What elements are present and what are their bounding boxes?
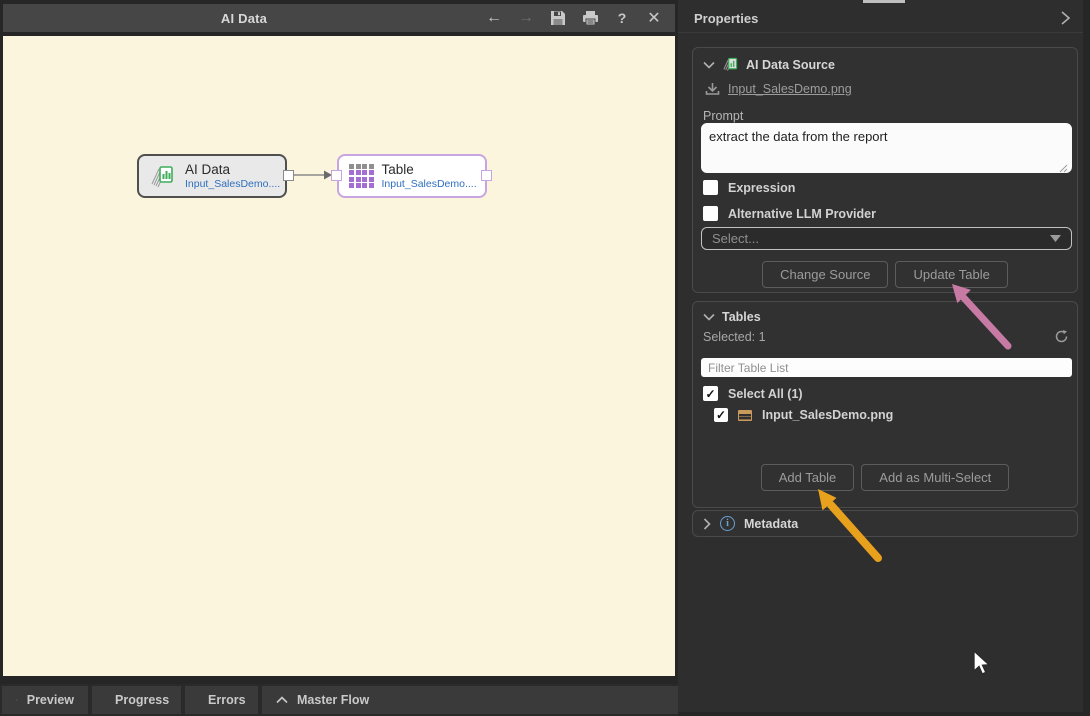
alt-llm-label: Alternative LLM Provider	[728, 207, 876, 221]
collapse-panel-icon[interactable]	[1060, 10, 1071, 26]
port-table-out[interactable]	[481, 170, 492, 181]
node-table[interactable]: Table Input_SalesDemo....	[337, 154, 487, 198]
node-subtitle: Input_SalesDemo....	[382, 178, 477, 190]
close-icon[interactable]: ✕	[645, 9, 663, 27]
node-title: Table	[382, 162, 477, 178]
select-all-label: Select All (1)	[728, 387, 803, 401]
tab-progress[interactable]: Progress	[92, 686, 181, 714]
tab-label: Errors	[208, 693, 246, 707]
info-icon: i	[720, 516, 735, 531]
connector-arrow	[294, 166, 334, 184]
prompt-label: Prompt	[693, 96, 1077, 123]
selected-count: Selected: 1	[703, 330, 766, 344]
section-tables: Tables Selected: 1 ✓ Select All (1) ✓ In…	[692, 301, 1078, 508]
section-title: AI Data Source	[746, 58, 835, 72]
table-item-label: Input_SalesDemo.png	[762, 408, 893, 422]
tab-label: Preview	[27, 693, 74, 707]
tab-label: Master Flow	[297, 693, 369, 707]
chevron-down-icon	[1050, 235, 1061, 242]
ai-data-doc-stack-icon	[149, 162, 177, 190]
section-metadata[interactable]: i Metadata	[692, 510, 1078, 537]
chevron-down-icon[interactable]	[703, 313, 715, 321]
flow-canvas[interactable]: AI Data Input_SalesDemo.... Table Input_…	[3, 36, 675, 676]
table-icon	[738, 410, 752, 421]
select-placeholder: Select...	[712, 231, 1050, 246]
port-table-in[interactable]	[331, 170, 342, 181]
select-all-checkbox[interactable]: ✓	[703, 386, 718, 401]
source-file-link[interactable]: Input_SalesDemo.png	[728, 82, 852, 96]
chevron-down-icon[interactable]	[703, 61, 715, 69]
forward-icon: →	[517, 9, 535, 27]
scrollbar-thumb[interactable]	[863, 0, 905, 3]
section-ai-data-source: AI Data Source Input_SalesDemo.png Promp…	[692, 47, 1078, 293]
prompt-input[interactable]: extract the data from the report	[701, 123, 1072, 173]
port-ai-data-out[interactable]	[283, 170, 294, 181]
flow-title: AI Data	[221, 11, 267, 26]
add-multi-select-button[interactable]: Add as Multi-Select	[861, 464, 1009, 491]
back-icon[interactable]: ←	[485, 9, 503, 27]
chevron-up-icon	[276, 696, 288, 704]
download-icon[interactable]	[705, 82, 720, 96]
chevron-right-icon[interactable]	[703, 518, 711, 530]
node-title: AI Data	[185, 162, 280, 178]
filter-table-input[interactable]	[701, 358, 1072, 377]
section-title: Metadata	[744, 517, 798, 531]
tab-master-flow[interactable]: Master Flow	[262, 686, 678, 714]
properties-panel: Properties AI Data Source Input_Sal	[678, 0, 1083, 712]
flow-titlebar: AI Data ← → ? ✕	[3, 4, 675, 32]
tab-label: Progress	[115, 693, 169, 707]
expression-checkbox[interactable]	[703, 180, 718, 195]
change-source-button[interactable]: Change Source	[762, 261, 888, 288]
refresh-icon[interactable]	[1054, 329, 1069, 344]
table-grid-icon	[349, 164, 374, 189]
print-icon[interactable]	[581, 9, 599, 27]
node-subtitle: Input_SalesDemo....	[185, 178, 280, 190]
properties-header: Properties	[678, 4, 1083, 33]
expression-label: Expression	[728, 181, 795, 195]
tab-preview[interactable]: Preview	[2, 686, 88, 714]
help-icon[interactable]: ?	[613, 9, 631, 27]
table-item-checkbox[interactable]: ✓	[714, 408, 728, 422]
add-table-button[interactable]: Add Table	[761, 464, 855, 491]
chevron-up-icon	[16, 696, 18, 704]
save-icon[interactable]	[549, 9, 567, 27]
table-list-item[interactable]: ✓ Input_SalesDemo.png	[714, 408, 893, 422]
update-table-button[interactable]: Update Table	[895, 261, 1007, 288]
ai-data-source-icon	[722, 56, 739, 73]
alt-llm-checkbox[interactable]	[703, 206, 718, 221]
node-ai-data[interactable]: AI Data Input_SalesDemo....	[137, 154, 287, 198]
properties-title: Properties	[694, 11, 1060, 26]
section-title: Tables	[722, 310, 761, 324]
llm-provider-select[interactable]: Select...	[701, 227, 1072, 250]
bottom-tabbar: Preview Progress Errors Master Flow	[0, 684, 678, 716]
tab-errors[interactable]: Errors	[185, 686, 258, 714]
